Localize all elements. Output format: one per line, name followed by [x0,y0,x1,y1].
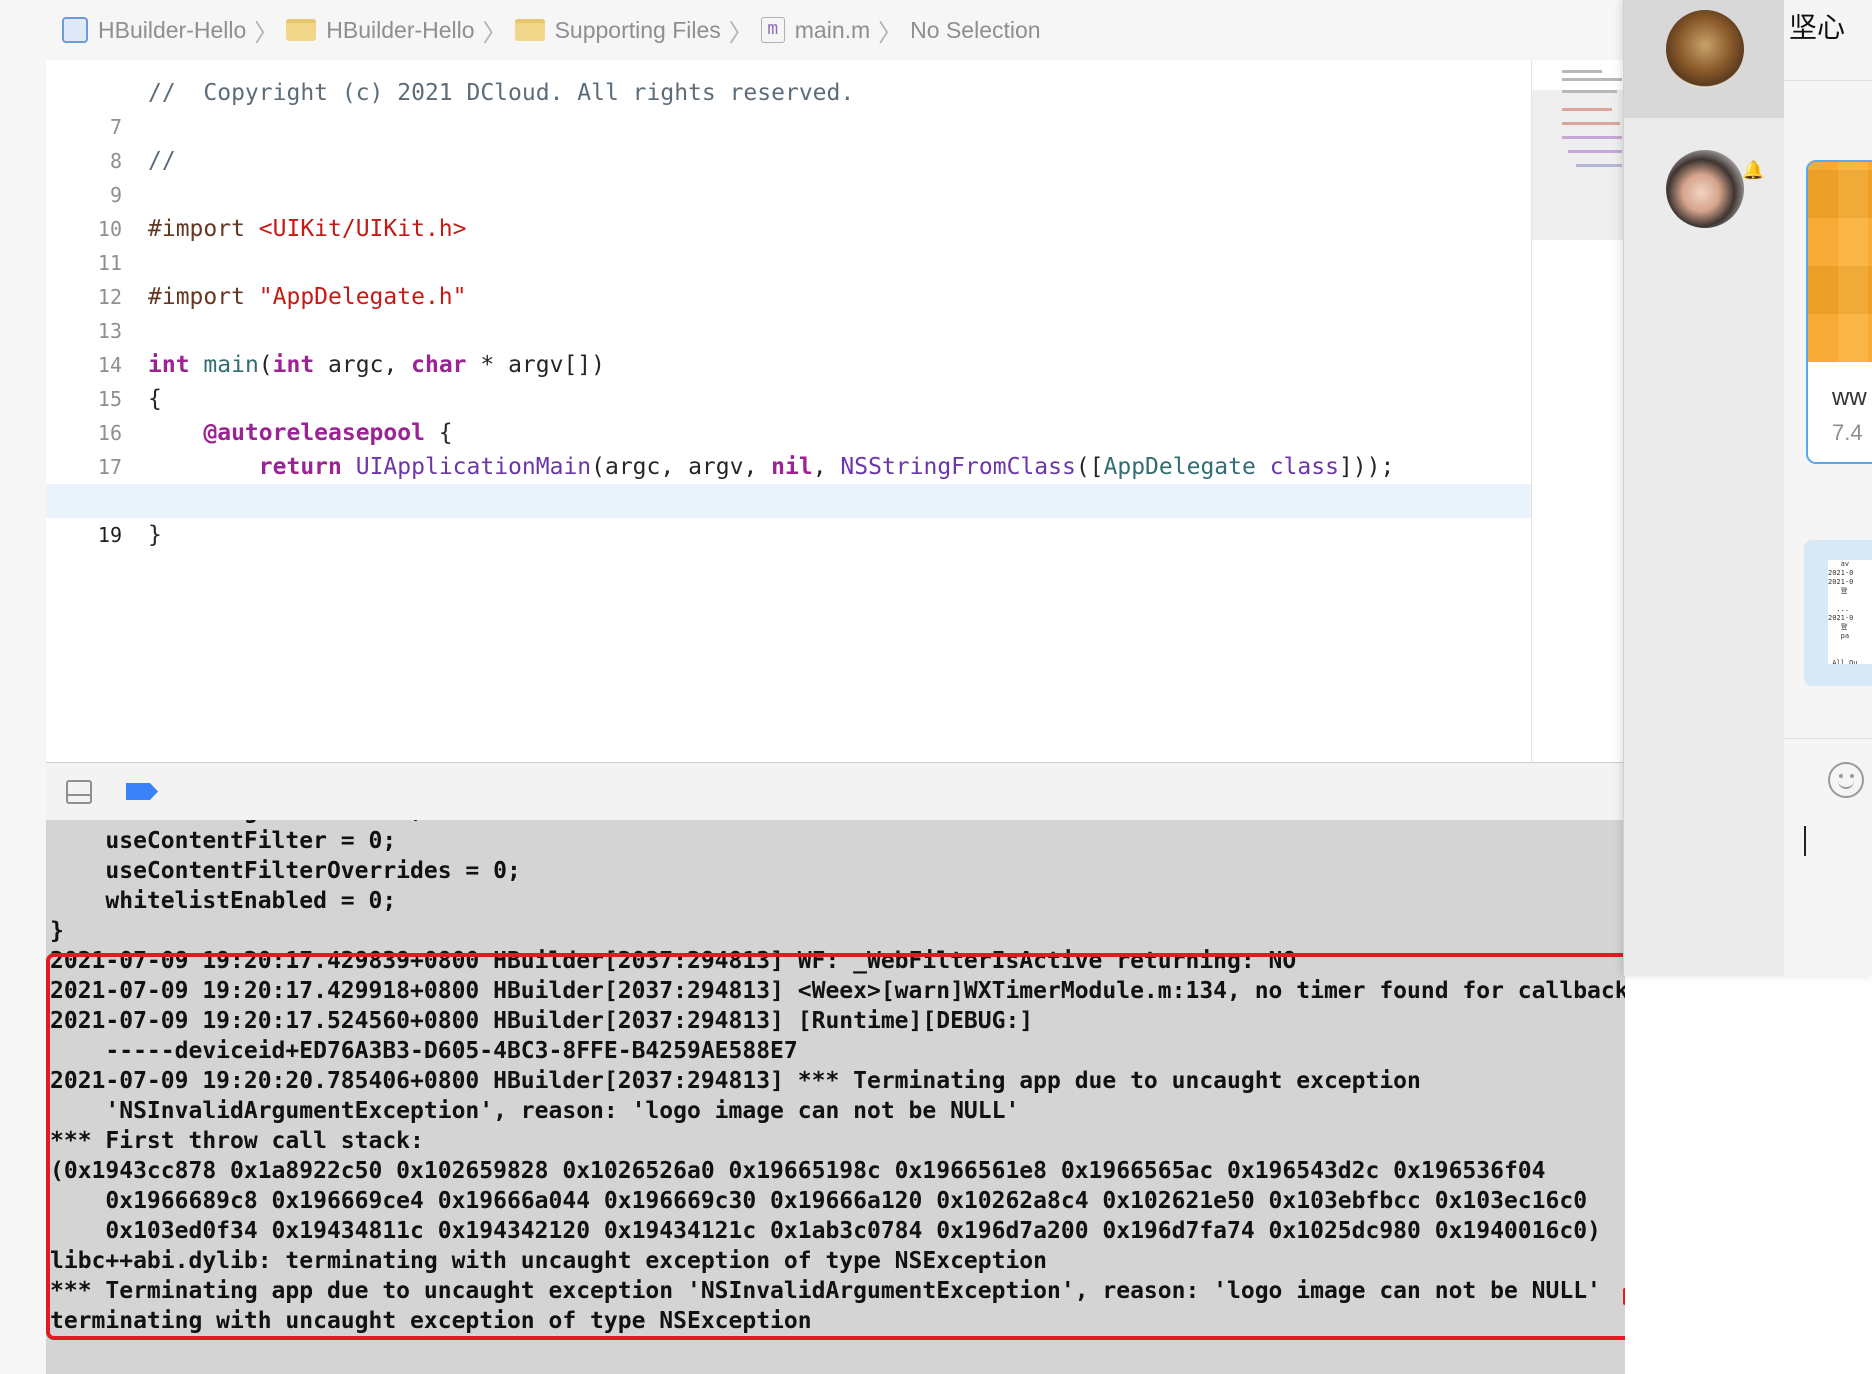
avatar [1666,10,1744,88]
code-text: } [148,522,162,548]
crumb-label: Supporting Files [554,16,721,43]
chat-list-item[interactable]: 🔔 [1624,118,1784,236]
console-line: useContentFilterOverrides = 0; [50,858,521,884]
left-strip [0,0,47,1374]
code-line: 9 #import <UIKit/UIKit.h> [46,144,1531,242]
image-thumbnail: av 2021-0 2021-0 登 ... 2021-0 登 pa All O… [1828,560,1872,664]
chat-window: 🔔 坚心 ww 7.4 av 2021-0 2021-0 登 ... 2021-… [1623,0,1872,976]
divider [1784,738,1872,739]
minimap-line [1576,164,1622,167]
chat-title: 坚心 [1789,12,1846,43]
crumb-label: HBuilder-Hello [98,16,247,43]
avatar [1666,150,1744,228]
console-line: useContentFilter = 0; [50,828,397,854]
crumb-project[interactable]: HBuilder-Hello [46,17,246,44]
minimap-line [1562,136,1622,139]
code-line-current[interactable]: 19 [46,484,1531,547]
objc-file-icon: m [760,17,785,43]
folder-icon [286,19,317,41]
message-input[interactable] [1784,800,1872,976]
code-line: 13 int main(int argc, char * argv[]) [46,280,1531,378]
link-card-message[interactable]: ww 7.4 [1806,160,1872,464]
breakpoint-icon[interactable] [126,783,158,800]
error-highlight-box [46,953,1786,1340]
minimap-line [1562,90,1617,93]
image-message[interactable]: av 2021-0 2021-0 登 ... 2021-0 登 pa All O… [1804,540,1872,686]
crumb-label: No Selection [910,16,1041,43]
mute-icon: 🔔 [1742,160,1765,180]
crumb-file[interactable]: m main.m [760,16,871,44]
crumb-supporting-files[interactable]: Supporting Files [514,16,721,44]
text-caret [1804,826,1806,856]
code-line: 10 [46,178,1531,241]
crumb-group[interactable]: HBuilder-Hello [286,16,475,44]
crumb-label: HBuilder-Hello [326,16,475,43]
line-number: 19 [97,523,122,547]
chat-list: 🔔 [1624,0,1784,976]
minimap-line [1562,108,1612,111]
console-line: whitelistEnabled = 0; [50,888,397,914]
code-line: 7 // [46,76,1531,174]
minimap-line [1562,70,1602,73]
code-line: 16 return UIApplicationMain(argc, argv, … [46,382,1531,480]
divider [1784,80,1872,81]
minimap-line [1568,150,1622,153]
minimap[interactable] [1531,60,1624,762]
emoji-icon[interactable] [1828,762,1864,798]
console-line: } [50,918,64,944]
code-line: 17 } [46,416,1531,514]
folder-icon [514,19,545,41]
project-icon [62,17,88,43]
code-line-partial: // Copyright (c) 2021 DCloud. All rights… [46,42,1531,106]
code-line: 11 #import "AppDelegate.h" [46,212,1531,310]
code-line: 8 [46,110,1531,173]
crumb-selection[interactable]: No Selection [910,17,1040,44]
background-area [1625,976,1872,1374]
crumb-label: main.m [794,16,871,43]
chat-list-item[interactable] [1624,0,1784,118]
code-line: 14 { [46,314,1531,412]
debug-bar [46,762,1626,822]
minimap-line [1562,78,1622,81]
code-line: 12 [46,246,1531,309]
card-url: ww [1832,384,1867,411]
code-editor[interactable]: // Copyright (c) 2021 DCloud. All rights… [46,60,1531,762]
code-line: 18 } [46,450,1531,548]
card-image-overlay [1808,162,1872,362]
code-line: 15 @autoreleasepool { [46,348,1531,446]
panel-toggle-icon[interactable] [66,780,92,804]
minimap-line [1562,122,1620,125]
card-size: 7.4 [1832,420,1863,445]
